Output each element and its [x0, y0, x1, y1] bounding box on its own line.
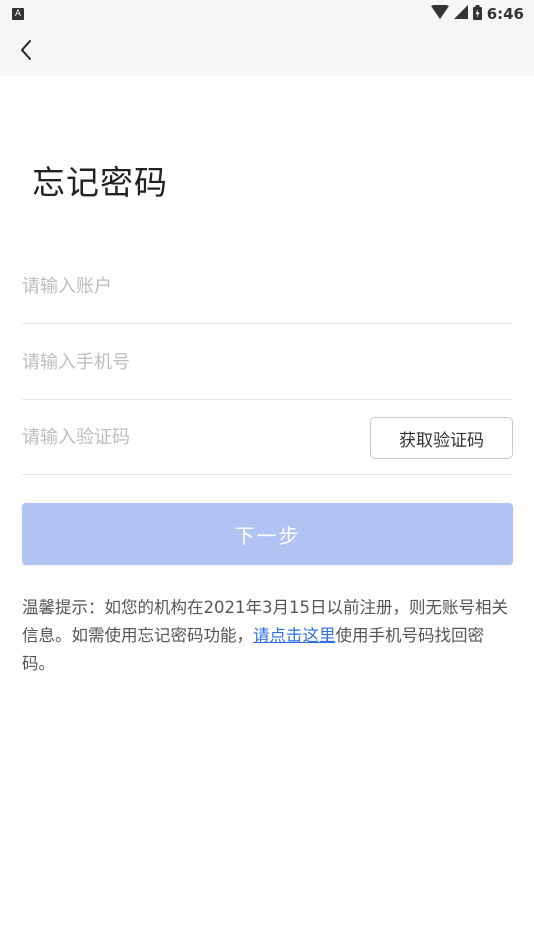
wifi-icon: [430, 4, 449, 23]
back-button[interactable]: [8, 34, 44, 70]
status-time: 6:46: [486, 5, 524, 23]
chevron-left-icon: [19, 39, 33, 65]
account-field-row: [22, 249, 513, 324]
app-bar: [0, 28, 534, 76]
account-input[interactable]: [22, 271, 352, 301]
page-title: 忘记密码: [32, 163, 168, 202]
phone-input[interactable]: [22, 347, 352, 377]
notification-icon: A: [12, 8, 24, 20]
get-code-button[interactable]: 获取验证码: [370, 417, 513, 459]
status-left: A: [12, 8, 24, 20]
status-bar: A 6:46: [0, 0, 534, 28]
tip-text: 温馨提示：如您的机构在2021年3月15日以前注册，则无账号相关信息。如需使用忘…: [22, 594, 513, 678]
next-step-button[interactable]: 下一步: [22, 503, 513, 565]
code-field-row: 获取验证码: [22, 400, 513, 475]
phone-field-row: [22, 325, 513, 400]
signal-icon: [453, 5, 468, 23]
battery-icon: [472, 4, 482, 24]
click-here-link[interactable]: 请点击这里: [253, 626, 336, 645]
status-right: 6:46: [430, 4, 524, 24]
verification-code-input[interactable]: [22, 422, 352, 452]
